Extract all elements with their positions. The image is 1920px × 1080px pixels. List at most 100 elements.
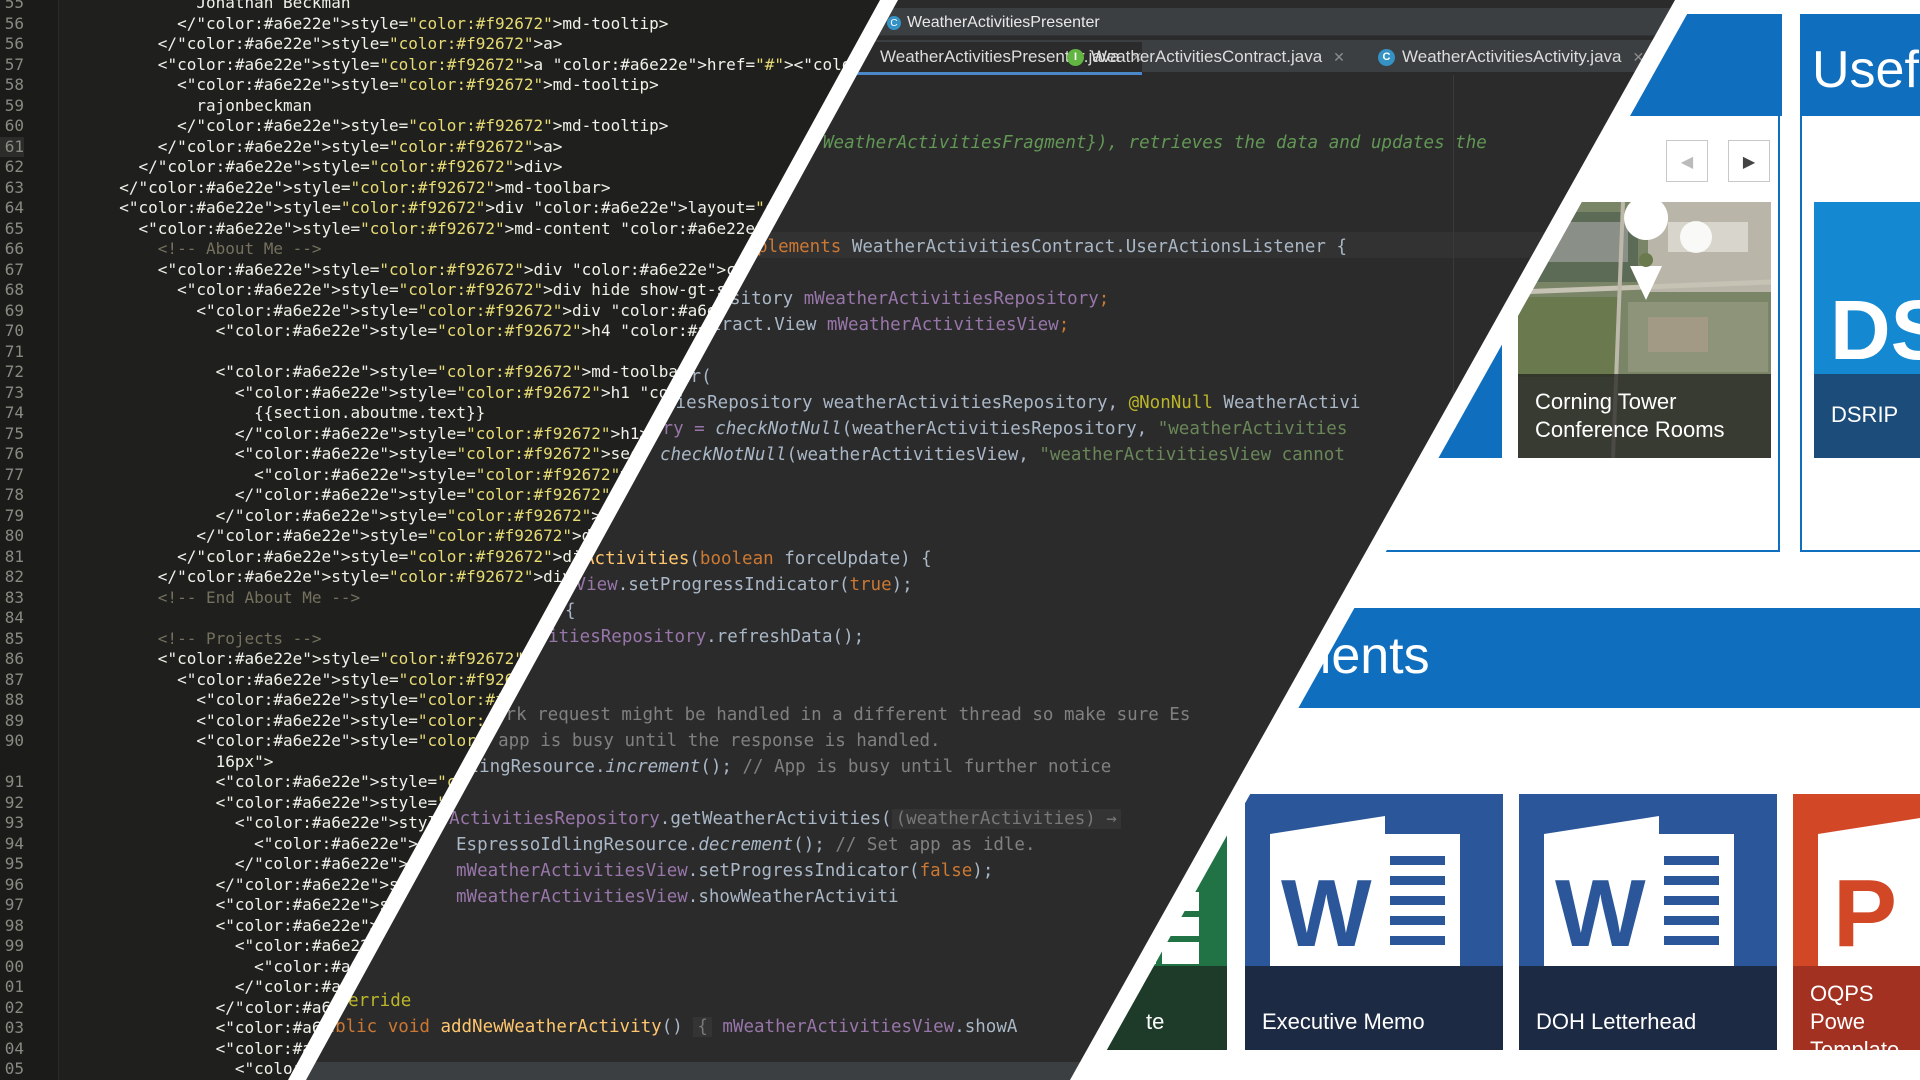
code-line[interactable]: 05 <"color:#a6e22e">style="color:#f92672… bbox=[0, 1059, 620, 1080]
tab-contract[interactable]: I WeatherActivitiesContract.java ✕ bbox=[1067, 42, 1345, 72]
code-line[interactable]: 63 </"color:#a6e22e">style="color:#f9267… bbox=[0, 178, 611, 199]
line-text: rajonbeckman bbox=[100, 95, 312, 115]
code-line[interactable]: 76 <"color:#a6e22e">style="color:#f92672… bbox=[0, 444, 890, 465]
code-line[interactable]: plements WeatherActivitiesContract.UserA… bbox=[757, 234, 1347, 260]
code-line[interactable]: Activities(boolean forceUpdate) { bbox=[584, 546, 932, 572]
code-line[interactable]: ory = checkNotNull(weatherActivitiesRepo… bbox=[652, 416, 1347, 442]
line-number: 67 bbox=[4, 259, 24, 279]
code-line[interactable]: 68 <"color:#a6e22e">style="color:#f92672… bbox=[0, 280, 746, 301]
svg-text:P: P bbox=[1833, 860, 1897, 967]
code-line[interactable]: 82 </"color:#a6e22e">style="color:#f9267… bbox=[0, 567, 582, 588]
line-number: 89 bbox=[4, 710, 24, 730]
code-line[interactable]: 78 </"color:#a6e22e">style="color:#f9267… bbox=[0, 485, 698, 506]
tile-caption: Corning Tower Conference Rooms bbox=[1518, 374, 1771, 458]
close-icon[interactable]: ✕ bbox=[1333, 49, 1345, 66]
code-line[interactable]: 04 <"color:#a6e22e">style="color:#f92672… bbox=[0, 1039, 620, 1060]
code-line[interactable]: ivitiesRepository.refreshData(); bbox=[527, 624, 864, 650]
code-line[interactable]: 83 <!-- End About Me --> bbox=[0, 588, 360, 609]
code-line[interactable]: 87 <"color:#a6e22e">style="color:#f92672… bbox=[0, 670, 890, 691]
html-code-lines[interactable]: 55 Jonathan Beckman 56 </"color:#a6e22e">… bbox=[0, 0, 890, 1080]
code-line[interactable]: 91 <"color:#a6e22e">style="color:#f92672… bbox=[0, 772, 784, 793]
code-line[interactable]: checkNotNull(weatherActivitiesView, "wea… bbox=[660, 442, 1345, 468]
code-line[interactable]: public void addNewWeatherActivity() { mW… bbox=[314, 1014, 1017, 1040]
code-line[interactable]: 70 <"color:#a6e22e">style="color:#f92672… bbox=[0, 321, 890, 342]
code-line[interactable]: EspressoIdlingResource.decrement(); // S… bbox=[456, 832, 1036, 858]
code-line[interactable]: erActivitiesRepository.getWeatherActivit… bbox=[428, 806, 1121, 832]
code-line[interactable]: 96 </"color:#a6e22e">style="color:#f9267… bbox=[0, 875, 726, 896]
line-number: 95 bbox=[4, 854, 24, 873]
code-line[interactable]: 00 <"color:#a6e22e">style="color:#f92672… bbox=[0, 957, 678, 978]
code-line[interactable]: 73 <"color:#a6e22e">style="color:#f92672… bbox=[0, 383, 890, 404]
line-number: 76 bbox=[4, 444, 24, 463]
doc-tile-oqps-template[interactable]: P OQPS Powe Template bbox=[1793, 794, 1920, 1050]
code-line[interactable]: 99 <"color:#a6e22e">style="color:#f92672… bbox=[0, 936, 698, 957]
code-line[interactable]: dlingResource.increment(); // App is bus… bbox=[458, 754, 1111, 780]
code-line[interactable]: 81 </"color:#a6e22e">style="color:#f9267… bbox=[0, 546, 601, 568]
line-text: </"color:#a6e22e">style="color:#f92672">… bbox=[100, 136, 563, 156]
code-line[interactable]: 72 <"color:#a6e22e">style="color:#f92672… bbox=[0, 362, 890, 383]
code-line[interactable]: 64 <"color:#a6e22e">style="color:#f92672… bbox=[0, 198, 890, 219]
code-line[interactable]: 94 <"color:#a6e22e">style="color:#f92672… bbox=[0, 834, 746, 855]
code-line[interactable]: ork request might be handled in a differ… bbox=[495, 702, 1190, 728]
code-line[interactable]: 55 Jonathan Beckman bbox=[0, 0, 351, 14]
code-line[interactable]: 86 <"color:#a6e22e">style="color:#f92672… bbox=[0, 649, 890, 670]
code-line[interactable]: WeatherActivitiesFragment}), retrieves t… bbox=[823, 130, 1487, 156]
line-text: <"color:#a6e22e">style="color:#f92672">d… bbox=[100, 280, 746, 299]
code-line[interactable]: 61 </"color:#a6e22e">style="color:#f9267… bbox=[0, 136, 562, 157]
code-line[interactable]: 58 <"color:#a6e22e">style="color:#f92672… bbox=[0, 75, 659, 96]
code-line[interactable]: 84 bbox=[0, 608, 24, 629]
line-number: 81 bbox=[4, 546, 24, 566]
code-line[interactable]: 65 <"color:#a6e22e">style="color:#f92672… bbox=[0, 219, 890, 240]
line-text: </"color:#a6e22e">style="color:#f92672">… bbox=[100, 546, 601, 566]
carousel-prev-button[interactable]: ◀ bbox=[1666, 140, 1708, 182]
code-line[interactable]: mWeatherActivitiesView.showWeatherActivi… bbox=[456, 884, 899, 910]
code-line[interactable]: 01 </"color:#a6e22e">style="color:#f9267… bbox=[0, 977, 669, 998]
line-text: {{section.aboutme.text}} bbox=[100, 403, 486, 422]
code-line[interactable]: 60 </"color:#a6e22e">style="color:#f9267… bbox=[0, 116, 669, 137]
code-line[interactable]: 74 {{section.aboutme.text}} bbox=[0, 403, 486, 424]
code-line[interactable]: 62 </"color:#a6e22e">style="color:#f9267… bbox=[0, 157, 563, 178]
code-line[interactable]: 92 <"color:#a6e22e">style="color:#f92672… bbox=[0, 793, 890, 814]
code-line[interactable]: 98 <"color:#a6e22e">style="color:#f92672… bbox=[0, 916, 852, 937]
code-line[interactable]: e app is busy until the response is hand… bbox=[477, 728, 941, 754]
code-line[interactable]: tiesRepository weatherActivitiesReposito… bbox=[665, 390, 1360, 416]
code-line[interactable]: 77 <"color:#a6e22e">style="color:#f92672… bbox=[0, 465, 890, 486]
code-line[interactable]: 88 <"color:#a6e22e">style="color:#f92672… bbox=[0, 690, 890, 711]
code-line[interactable]: 69 <"color:#a6e22e">style="color:#f92672… bbox=[0, 300, 890, 322]
code-line[interactable]: sitory mWeatherActivitiesRepository; bbox=[730, 286, 1109, 312]
doc-tile-executive-memo[interactable]: W Executive Memo bbox=[1245, 794, 1503, 1050]
code-line[interactable]: 75 </"color:#a6e22e">style="color:#f9267… bbox=[0, 424, 649, 445]
code-line[interactable]: 85 <!-- Projects --> bbox=[0, 629, 322, 650]
code-line[interactable]: 03 <"color:#a6e22e">style="color:#f92672… bbox=[0, 1018, 649, 1039]
code-line[interactable]: 97 <"color:#a6e22e">style="color:#f92672… bbox=[0, 895, 707, 916]
line-number: 56 bbox=[4, 13, 24, 33]
code-line[interactable]: 16px"> bbox=[0, 752, 274, 773]
code-line[interactable]: 66 <!-- About Me --> bbox=[0, 239, 322, 260]
code-line[interactable]: mWeatherActivitiesView.setProgressIndica… bbox=[456, 858, 993, 884]
code-line[interactable]: 56 </"color:#a6e22e">style="color:#f9267… bbox=[0, 13, 669, 35]
code-line[interactable]: 59 rajonbeckman bbox=[0, 95, 312, 117]
line-number: 01 bbox=[4, 977, 24, 996]
line-number: 69 bbox=[4, 300, 24, 320]
code-line[interactable]: 71 bbox=[0, 342, 24, 363]
breadcrumb[interactable]: C WeatherActivitiesPresenter bbox=[887, 12, 1100, 34]
dsrip-tile[interactable]: DS DSRIP bbox=[1814, 202, 1920, 458]
carousel-next-button[interactable]: ▶ bbox=[1728, 140, 1770, 182]
code-line[interactable]: sView.setProgressIndicator(true); bbox=[565, 572, 913, 598]
line-number: 90 bbox=[4, 731, 24, 750]
code-line[interactable]: 89 <"color:#a6e22e">style="color:#f92672… bbox=[0, 710, 890, 732]
code-line[interactable]: 56 </"color:#a6e22e">style="color:#f9267… bbox=[0, 34, 563, 55]
code-line[interactable]: 90 <"color:#a6e22e">style="color:#f92672… bbox=[0, 731, 890, 752]
code-line[interactable]: 67 <"color:#a6e22e">style="color:#f92672… bbox=[0, 259, 890, 281]
code-line[interactable]: 95 </"color:#a6e22e">style="color:#f9267… bbox=[0, 854, 736, 875]
code-line[interactable]: 79 </"color:#a6e22e">style="color:#f9267… bbox=[0, 506, 707, 527]
line-number: 97 bbox=[4, 895, 24, 914]
code-line[interactable]: 57 <"color:#a6e22e">style="color:#f92672… bbox=[0, 55, 890, 76]
code-line[interactable]: tract.View mWeatherActivitiesView; bbox=[711, 312, 1069, 338]
code-line[interactable]: 02 </"color:#a6e22e">style="color:#f9267… bbox=[0, 998, 659, 1019]
doc-tile-doh-letterhead[interactable]: W DOH Letterhead bbox=[1519, 794, 1777, 1050]
line-number: 59 bbox=[4, 95, 24, 115]
code-line[interactable]: 80 </"color:#a6e22e">style="color:#f9267… bbox=[0, 526, 620, 547]
tab-activity[interactable]: C WeatherActivitiesActivity.java ✕ bbox=[1378, 42, 1644, 72]
code-line[interactable]: 93 <"color:#a6e22e">style="color:#f92672… bbox=[0, 813, 755, 834]
